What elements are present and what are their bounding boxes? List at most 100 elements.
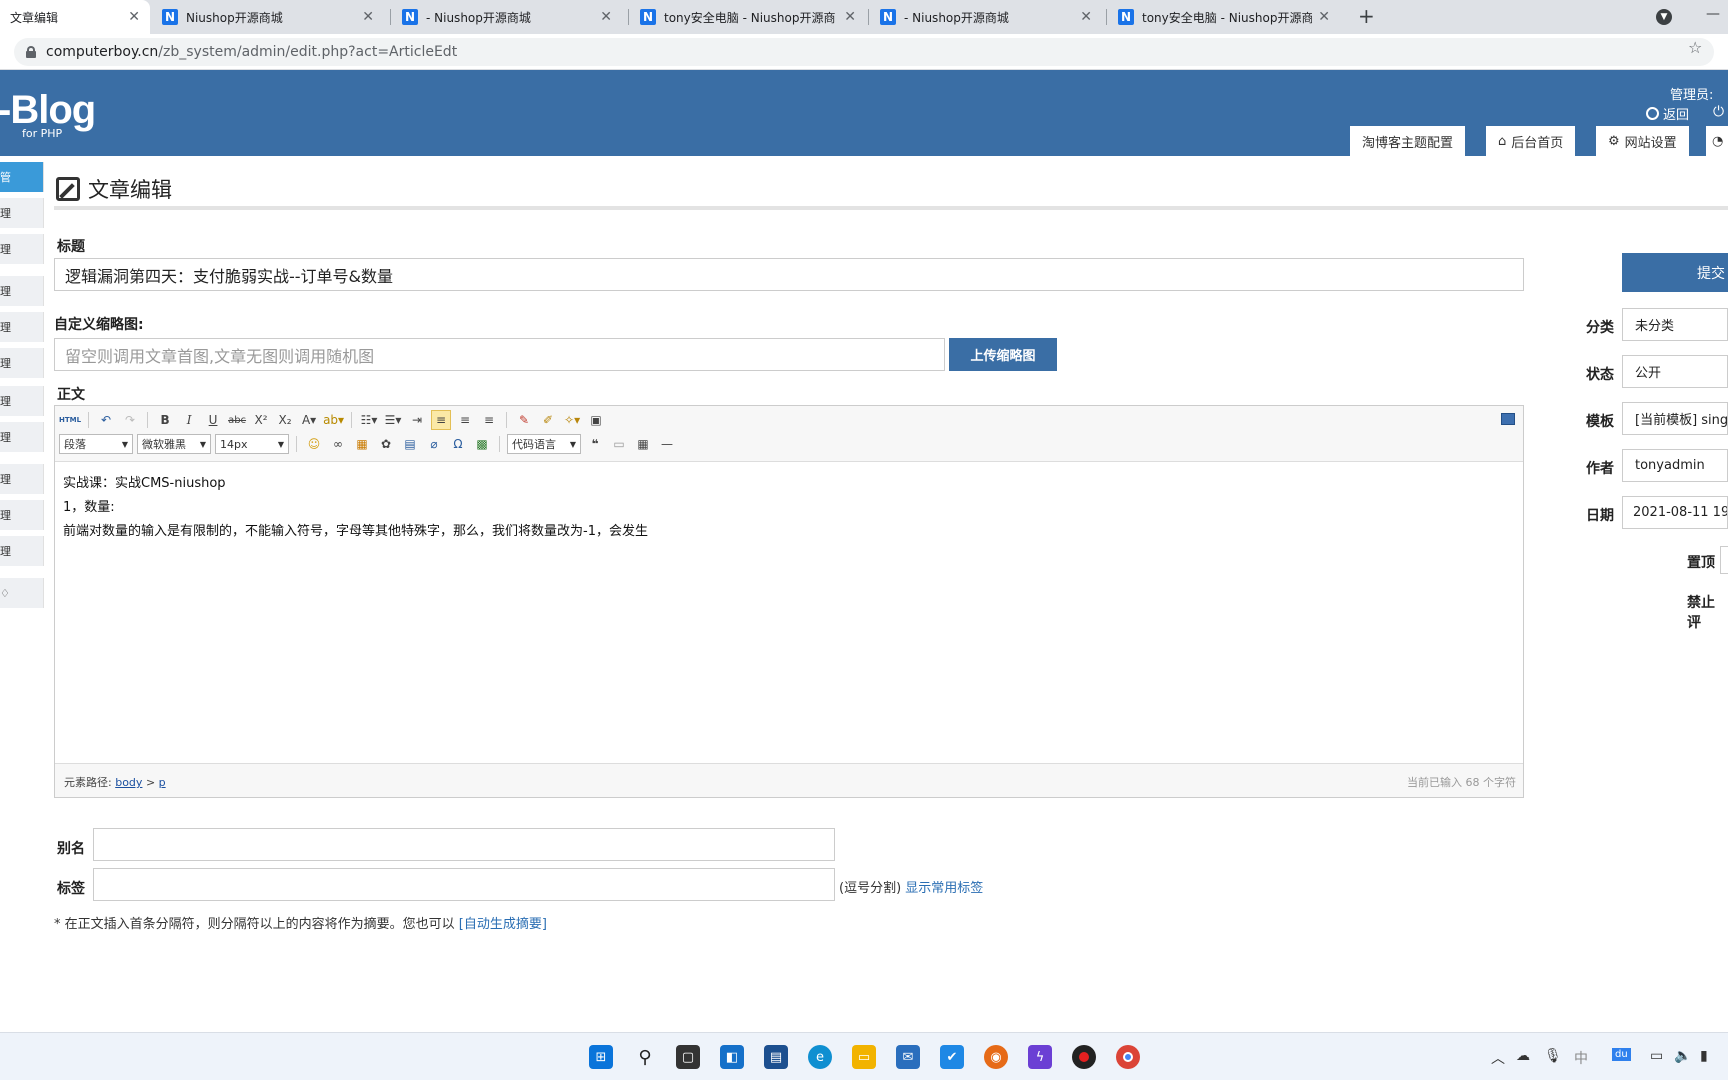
- close-icon[interactable]: ✕: [362, 9, 374, 25]
- underline-icon[interactable]: U: [203, 410, 223, 430]
- browser-tab[interactable]: N tony安全电脑 - Niushop开源商 ✕: [630, 0, 866, 34]
- new-tab-icon[interactable]: +: [1358, 4, 1375, 28]
- align-right-icon[interactable]: ≡: [479, 410, 499, 430]
- chevron-up-icon[interactable]: ︿: [1491, 1048, 1505, 1068]
- windows-start-icon[interactable]: ⊞: [589, 1045, 613, 1069]
- font-color-icon[interactable]: A▾: [299, 410, 319, 430]
- sidebar-item[interactable]: 理: [0, 198, 44, 228]
- auto-summary-link[interactable]: [自动生成摘要]: [459, 917, 547, 932]
- nav-tab-theme-config[interactable]: 淘博客主题配置: [1350, 126, 1466, 156]
- format-brush-icon[interactable]: ✐: [538, 410, 558, 430]
- align-left-icon[interactable]: ≡: [431, 410, 452, 430]
- indent-icon[interactable]: ⇥: [407, 410, 427, 430]
- page-break-icon[interactable]: ▭: [609, 434, 629, 454]
- fullscreen-icon[interactable]: [1501, 413, 1515, 425]
- category-select[interactable]: 未分类: [1622, 308, 1728, 341]
- sidebar-item[interactable]: 理: [0, 348, 44, 378]
- ordered-list-icon[interactable]: ☷▾: [359, 410, 379, 430]
- browser-tab-active[interactable]: 文章编辑 ✕: [0, 0, 150, 34]
- baidu-icon[interactable]: du: [1612, 1048, 1631, 1061]
- font-size-select[interactable]: 14px ▼: [215, 434, 289, 454]
- align-center-icon[interactable]: ≡: [455, 410, 475, 430]
- nav-tab-more[interactable]: ◔: [1706, 126, 1728, 156]
- sidebar-item[interactable]: 理: [0, 536, 44, 566]
- chrome-icon[interactable]: [1116, 1045, 1140, 1069]
- date-input[interactable]: 2021-08-11 19:: [1622, 496, 1728, 529]
- sidebar-item[interactable]: 理: [0, 276, 44, 306]
- html-source-icon[interactable]: HTML: [59, 410, 81, 430]
- tab-search-icon[interactable]: ▼: [1656, 9, 1672, 25]
- widgets-icon[interactable]: ◧: [720, 1045, 744, 1069]
- volume-icon[interactable]: 🔈: [1674, 1048, 1691, 1064]
- template-select[interactable]: [当前模板] sing: [1622, 402, 1728, 435]
- browser-tab[interactable]: N tony安全电脑 - Niushop开源商 ✕: [1108, 0, 1340, 34]
- show-common-tags-link[interactable]: 显示常用标签: [905, 881, 983, 896]
- special-char-icon[interactable]: Ω: [448, 434, 468, 454]
- image-icon[interactable]: ▦: [352, 434, 372, 454]
- return-link[interactable]: 返回: [1646, 104, 1689, 123]
- code-language-select[interactable]: 代码语言 ▼: [507, 434, 581, 454]
- tags-input[interactable]: [93, 868, 835, 901]
- search-icon[interactable]: ⚲: [633, 1045, 657, 1069]
- close-icon[interactable]: ✕: [1318, 9, 1330, 25]
- superscript-icon[interactable]: X²: [251, 410, 271, 430]
- sidebar-item[interactable]: 理: [0, 464, 44, 494]
- paragraph-select[interactable]: 段落 ▼: [59, 434, 133, 454]
- close-icon[interactable]: ✕: [128, 9, 140, 25]
- link-icon[interactable]: ∞: [328, 434, 348, 454]
- status-select[interactable]: 公开: [1622, 355, 1728, 388]
- template-icon[interactable]: ▩: [472, 434, 492, 454]
- attachment-icon[interactable]: ⌀: [424, 434, 444, 454]
- save-icon[interactable]: ▤: [400, 434, 420, 454]
- url-input[interactable]: computerboy.cn /zb_system/admin/edit.php…: [14, 38, 1714, 66]
- horizontal-rule-icon[interactable]: —: [657, 434, 677, 454]
- editor-content[interactable]: 实战课：实战CMS-niushop 1，数量: 前端对数量的输入是有限制的，不能…: [63, 472, 648, 544]
- app-lightning-icon[interactable]: ϟ: [1028, 1045, 1052, 1069]
- cloud-icon[interactable]: ☁: [1516, 1048, 1530, 1064]
- font-family-select[interactable]: 微软雅黑 ▼: [137, 434, 211, 454]
- blockquote-icon[interactable]: ❝: [585, 434, 605, 454]
- unordered-list-icon[interactable]: ☰▾: [383, 410, 403, 430]
- sidebar-item-articles[interactable]: 管: [0, 162, 44, 192]
- sidebar-item[interactable]: 理: [0, 500, 44, 530]
- element-path-body[interactable]: body: [115, 776, 142, 789]
- bold-icon[interactable]: B: [155, 410, 175, 430]
- sidebar-item[interactable]: 理: [0, 422, 44, 452]
- subscript-icon[interactable]: X₂: [275, 410, 295, 430]
- redo-icon[interactable]: ↷: [120, 410, 140, 430]
- store-icon[interactable]: ▤: [764, 1045, 788, 1069]
- file-explorer-icon[interactable]: ▭: [852, 1045, 876, 1069]
- sidebar-item[interactable]: 理: [0, 234, 44, 264]
- firefox-icon[interactable]: ◉: [984, 1045, 1008, 1069]
- task-view-icon[interactable]: ▢: [676, 1045, 700, 1069]
- sidebar-item[interactable]: 理: [0, 312, 44, 342]
- battery-icon[interactable]: ▮: [1700, 1048, 1708, 1064]
- sidebar-item[interactable]: ♢: [0, 578, 44, 608]
- browser-tab[interactable]: N - Niushop开源商城 ✕: [870, 0, 1102, 34]
- author-select[interactable]: tonyadmin: [1622, 449, 1728, 482]
- recorder-icon[interactable]: [1072, 1045, 1096, 1069]
- strikethrough-icon[interactable]: abc: [227, 410, 247, 430]
- pin-toggle[interactable]: [1720, 546, 1728, 574]
- mail-icon[interactable]: ✉: [896, 1045, 920, 1069]
- undo-icon[interactable]: ↶: [96, 410, 116, 430]
- nav-tab-site-settings[interactable]: ⚙ 网站设置: [1596, 126, 1689, 156]
- submit-button[interactable]: 提交: [1622, 253, 1728, 292]
- app-icon[interactable]: ✔: [940, 1045, 964, 1069]
- eraser-icon[interactable]: ✎: [514, 410, 534, 430]
- edge-icon[interactable]: e: [808, 1045, 832, 1069]
- thumbnail-input[interactable]: 留空则调用文章首图,文章无图则调用随机图: [54, 338, 945, 371]
- element-path-p[interactable]: p: [159, 776, 166, 789]
- bookmark-star-icon[interactable]: ☆: [1688, 38, 1702, 57]
- close-icon[interactable]: ✕: [600, 9, 612, 25]
- nav-tab-dashboard[interactable]: ⌂ 后台首页: [1486, 126, 1576, 156]
- microphone-icon[interactable]: 🎙: [1544, 1048, 1562, 1064]
- italic-icon[interactable]: I: [179, 410, 199, 430]
- auto-format-icon[interactable]: ✧▾: [562, 410, 582, 430]
- browser-tab[interactable]: N Niushop开源商城 ✕: [152, 0, 384, 34]
- ime-icon[interactable]: 中: [1574, 1048, 1588, 1068]
- browser-tab[interactable]: N - Niushop开源商城 ✕: [392, 0, 622, 34]
- table-icon[interactable]: ▦: [633, 434, 653, 454]
- network-icon[interactable]: ▭: [1650, 1048, 1663, 1064]
- emoji-icon[interactable]: ☺: [304, 434, 324, 454]
